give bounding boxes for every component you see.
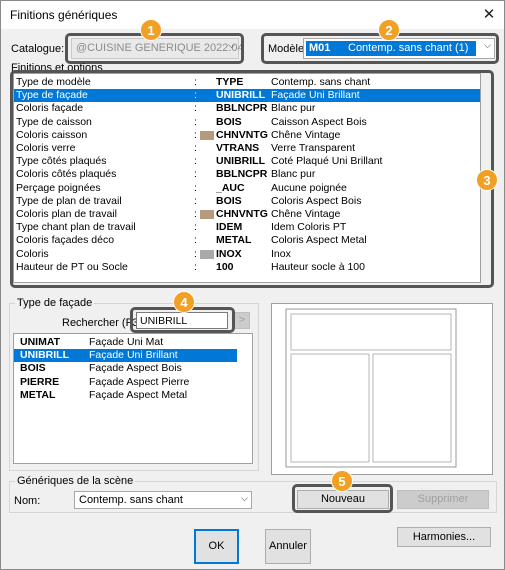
ok-button[interactable]: OK: [194, 529, 239, 564]
close-icon[interactable]: ✕: [474, 1, 504, 29]
facade-code: METAL: [20, 388, 56, 401]
facade-code: PIERRE: [20, 375, 60, 388]
callout-badge-5: 5: [331, 470, 353, 492]
facade-desc: Façade Aspect Metal: [89, 388, 188, 401]
facade-list-item[interactable]: UNIBRILL Façade Uni Brillant: [14, 349, 237, 363]
cabinet-preview-drawing: [285, 308, 457, 468]
facade-list[interactable]: UNIMAT Façade Uni Mat UNIBRILL Façade Uni B…: [13, 333, 253, 464]
window-title: Finitions génériques: [10, 8, 118, 22]
callout-badge-3: 3: [476, 169, 498, 191]
highlight-frame-3: [10, 70, 494, 288]
scene-nom-value: Contemp. sans chant: [79, 494, 183, 506]
facade-desc: Façade Uni Mat: [89, 336, 164, 348]
facade-group-label: Type de façade: [15, 297, 95, 309]
scene-nom-select[interactable]: Contemp. sans chant ⌵: [74, 491, 252, 509]
facade-code: UNIMAT: [20, 336, 61, 348]
catalogue-label: Catalogue:: [11, 43, 65, 55]
cabinet-door-left: [290, 353, 370, 463]
chevron-down-icon: ⌵: [241, 493, 248, 503]
facade-desc: Façade Uni Brillant: [89, 349, 178, 362]
title-bar: Finitions génériques ✕: [1, 1, 504, 29]
scene-group-label: Génériques de la scène: [15, 475, 136, 487]
callout-badge-1: 1: [140, 19, 162, 41]
supprimer-button[interactable]: Supprimer: [397, 490, 489, 509]
dialog-window: Finitions génériques ✕ Catalogue: @CUISI…: [0, 0, 505, 570]
callout-badge-4: 4: [173, 291, 195, 313]
scene-nom-label: Nom:: [14, 495, 41, 507]
facade-search-button[interactable]: >: [234, 312, 250, 329]
facade-desc: Façade Aspect Bois: [89, 362, 182, 375]
facade-desc: Façade Aspect Pierre: [89, 375, 190, 388]
facade-code: BOIS: [20, 362, 46, 375]
harmonies-button[interactable]: Harmonies...: [397, 527, 491, 547]
preview-pane: [271, 303, 493, 475]
facade-list-item[interactable]: BOIS Façade Aspect Bois: [14, 362, 237, 375]
cabinet-drawer: [290, 313, 452, 351]
highlight-frame-2: [261, 33, 499, 64]
cabinet-door-right: [372, 353, 452, 463]
facade-code: UNIBRILL: [20, 349, 69, 362]
facade-list-item[interactable]: PIERRE Façade Aspect Pierre: [14, 376, 237, 389]
callout-badge-2: 2: [378, 19, 400, 41]
annuler-button[interactable]: Annuler: [265, 529, 311, 564]
facade-list-item[interactable]: UNIMAT Façade Uni Mat: [14, 336, 237, 349]
facade-list-item[interactable]: METAL Façade Aspect Metal: [14, 389, 237, 402]
